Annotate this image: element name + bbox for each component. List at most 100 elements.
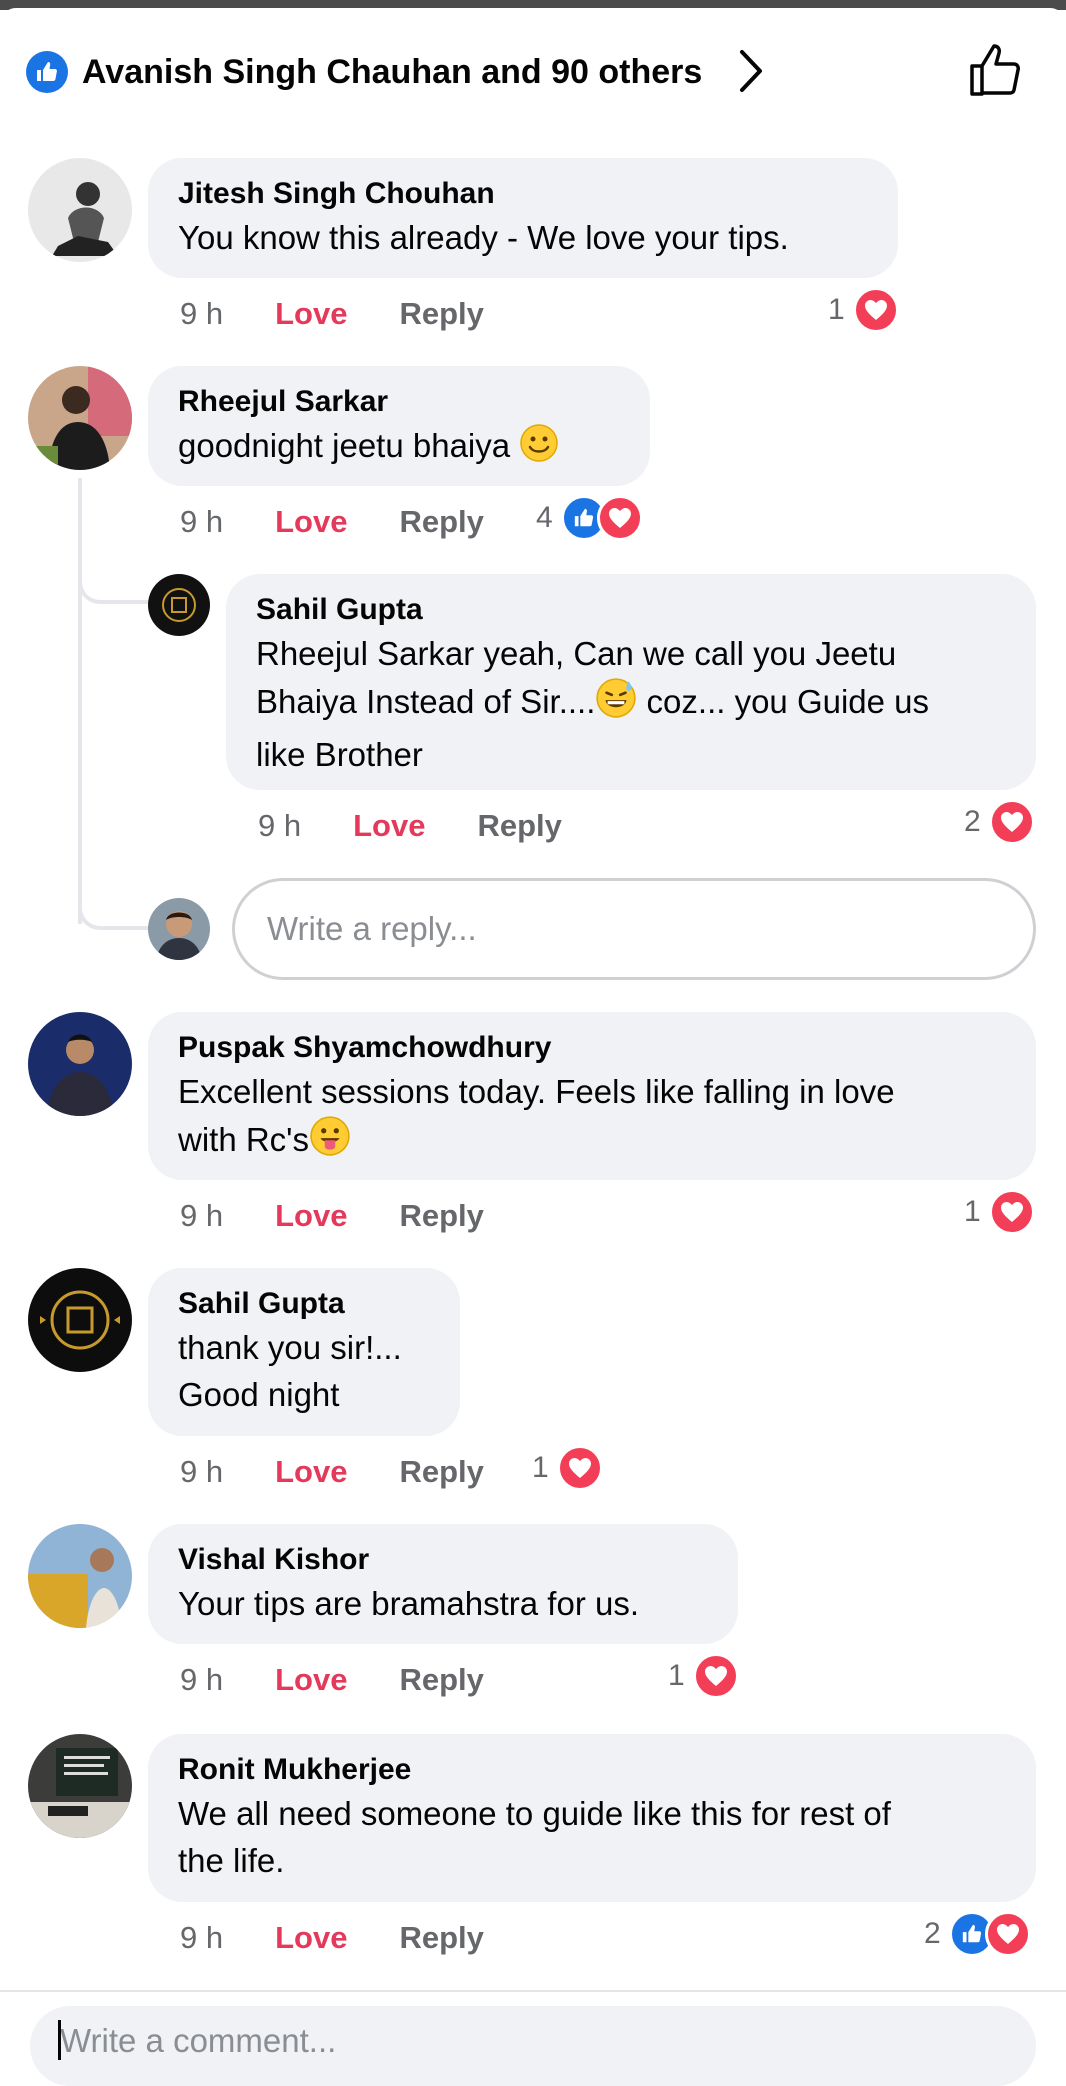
comment-bubble: Vishal Kishor Your tips are bramahstra f… bbox=[148, 1524, 738, 1644]
comment-time: 9 h bbox=[180, 1662, 224, 1697]
comment-text-line: like Brother bbox=[256, 736, 423, 773]
reaction-count[interactable]: 1 bbox=[828, 287, 899, 333]
chevron-right-icon[interactable] bbox=[736, 48, 766, 99]
comment-actions: 9 h Love Reply bbox=[180, 1450, 484, 1494]
reply-button[interactable]: Reply bbox=[399, 1920, 483, 1956]
comment-text-line: with Rc's bbox=[178, 1121, 309, 1158]
text-caret bbox=[58, 2020, 61, 2060]
reply-button[interactable]: Reply bbox=[399, 296, 483, 332]
thread-connector bbox=[78, 900, 150, 930]
comment-bubble: Sahil Gupta thank you sir!... Good night bbox=[148, 1268, 460, 1436]
comment-actions: 9 h Love Reply bbox=[180, 1194, 484, 1238]
comment-time: 9 h bbox=[258, 808, 302, 843]
comment-actions: 9 h Love Reply bbox=[180, 292, 484, 336]
comment-text: Your tips are bramahstra for us. bbox=[178, 1585, 640, 1622]
avatar[interactable] bbox=[28, 1012, 132, 1116]
love-button[interactable]: Love bbox=[275, 1454, 347, 1490]
comment-text-line: Excellent sessions today. Feels like fal… bbox=[178, 1073, 895, 1110]
comment-text-line: We all need someone to guide like this f… bbox=[178, 1795, 891, 1832]
reply-input[interactable]: Write a reply... bbox=[232, 878, 1036, 980]
love-reaction-icon bbox=[596, 495, 643, 541]
reaction-count-text: 1 bbox=[532, 1451, 549, 1484]
comment-text-line: Good night bbox=[178, 1376, 340, 1413]
smile-emoji-icon bbox=[519, 423, 559, 475]
reaction-count-text: 1 bbox=[964, 1195, 981, 1228]
love-button[interactable]: Love bbox=[353, 808, 425, 844]
like-reaction-icon bbox=[26, 51, 68, 93]
love-button[interactable]: Love bbox=[275, 504, 347, 540]
love-reaction-icon bbox=[988, 1189, 1035, 1235]
like-post-button[interactable] bbox=[968, 42, 1024, 103]
love-reaction-icon bbox=[852, 287, 899, 333]
comment-author[interactable]: Sahil Gupta bbox=[256, 590, 1006, 630]
comment-actions: 9 h Love Reply bbox=[180, 1916, 484, 1960]
comment-text-line: coz... you Guide us bbox=[637, 683, 930, 720]
love-button[interactable]: Love bbox=[275, 296, 347, 332]
comment-actions: 9 h Love Reply bbox=[180, 1658, 484, 1702]
comment-bubble: Puspak Shyamchowdhury Excellent sessions… bbox=[148, 1012, 1036, 1180]
comment-author[interactable]: Rheejul Sarkar bbox=[178, 382, 620, 422]
love-reaction-icon bbox=[984, 1911, 1031, 1957]
reaction-count-text: 2 bbox=[924, 1917, 941, 1950]
tongue-emoji-icon bbox=[309, 1115, 351, 1169]
comment-bubble: Rheejul Sarkar goodnight jeetu bhaiya bbox=[148, 366, 650, 486]
avatar[interactable] bbox=[28, 158, 132, 262]
reply-button[interactable]: Reply bbox=[399, 504, 483, 540]
comment-time: 9 h bbox=[180, 504, 224, 539]
comment-text: You know this already - We love your tip… bbox=[178, 219, 789, 256]
reaction-count-text: 2 bbox=[964, 805, 981, 838]
reaction-count[interactable]: 2 bbox=[964, 799, 1035, 845]
love-button[interactable]: Love bbox=[275, 1198, 347, 1234]
thread-line bbox=[78, 478, 82, 924]
sweat-smile-emoji-icon bbox=[595, 677, 637, 731]
comment-time: 9 h bbox=[180, 1198, 224, 1233]
avatar[interactable] bbox=[28, 366, 132, 470]
reply-button[interactable]: Reply bbox=[477, 808, 561, 844]
reaction-count[interactable]: 1 bbox=[668, 1653, 739, 1699]
comment-author[interactable]: Vishal Kishor bbox=[178, 1540, 708, 1580]
love-button[interactable]: Love bbox=[275, 1920, 347, 1956]
comment-actions: 9 h Love Reply bbox=[180, 500, 484, 544]
love-reaction-icon bbox=[988, 799, 1035, 845]
reaction-count-text: 4 bbox=[536, 501, 553, 534]
reactions-summary[interactable]: Avanish Singh Chauhan and 90 others bbox=[26, 44, 702, 100]
comment-text-line: thank you sir!... bbox=[178, 1329, 402, 1366]
reply-button[interactable]: Reply bbox=[399, 1662, 483, 1698]
reaction-count[interactable]: 1 bbox=[532, 1445, 603, 1491]
reply-input-placeholder: Write a reply... bbox=[267, 910, 477, 947]
reply-button[interactable]: Reply bbox=[399, 1198, 483, 1234]
comment-time: 9 h bbox=[180, 296, 224, 331]
comment-text: goodnight jeetu bhaiya bbox=[178, 427, 511, 464]
comment-actions: 9 h Love Reply bbox=[258, 804, 562, 848]
comment-text-line: Rheejul Sarkar yeah, Can we call you Jee… bbox=[256, 635, 897, 672]
comment-input[interactable]: Write a comment... bbox=[30, 2006, 1036, 2086]
comment-time: 9 h bbox=[180, 1454, 224, 1489]
comment-author[interactable]: Ronit Mukherjee bbox=[178, 1750, 1006, 1790]
avatar[interactable] bbox=[148, 574, 210, 636]
love-reaction-icon bbox=[692, 1653, 739, 1699]
reaction-count-text: 1 bbox=[828, 293, 845, 326]
current-user-avatar bbox=[148, 898, 210, 960]
love-reaction-icon bbox=[556, 1445, 603, 1491]
reaction-count[interactable]: 1 bbox=[964, 1189, 1035, 1235]
avatar[interactable] bbox=[28, 1268, 132, 1372]
comment-author[interactable]: Jitesh Singh Chouhan bbox=[178, 174, 868, 214]
thread-connector bbox=[78, 574, 150, 604]
reply-button[interactable]: Reply bbox=[399, 1454, 483, 1490]
avatar[interactable] bbox=[28, 1524, 132, 1628]
comment-text-line: the life. bbox=[178, 1842, 285, 1879]
love-button[interactable]: Love bbox=[275, 1662, 347, 1698]
divider bbox=[0, 1990, 1066, 1992]
reactors-text: Avanish Singh Chauhan and 90 others bbox=[82, 52, 703, 91]
comment-bubble: Ronit Mukherjee We all need someone to g… bbox=[148, 1734, 1036, 1902]
comment-bubble: Sahil Gupta Rheejul Sarkar yeah, Can we … bbox=[226, 574, 1036, 790]
reaction-count[interactable]: 4 bbox=[536, 495, 643, 541]
comment-author[interactable]: Sahil Gupta bbox=[178, 1284, 430, 1324]
comment-input-placeholder: Write a comment... bbox=[60, 2022, 337, 2059]
comment-bubble: Jitesh Singh Chouhan You know this alrea… bbox=[148, 158, 898, 278]
avatar[interactable] bbox=[28, 1734, 132, 1838]
comment-time: 9 h bbox=[180, 1920, 224, 1955]
comment-author[interactable]: Puspak Shyamchowdhury bbox=[178, 1028, 1006, 1068]
comment-text-line: Bhaiya Instead of Sir.... bbox=[256, 683, 596, 720]
reaction-count[interactable]: 2 bbox=[924, 1911, 1031, 1957]
